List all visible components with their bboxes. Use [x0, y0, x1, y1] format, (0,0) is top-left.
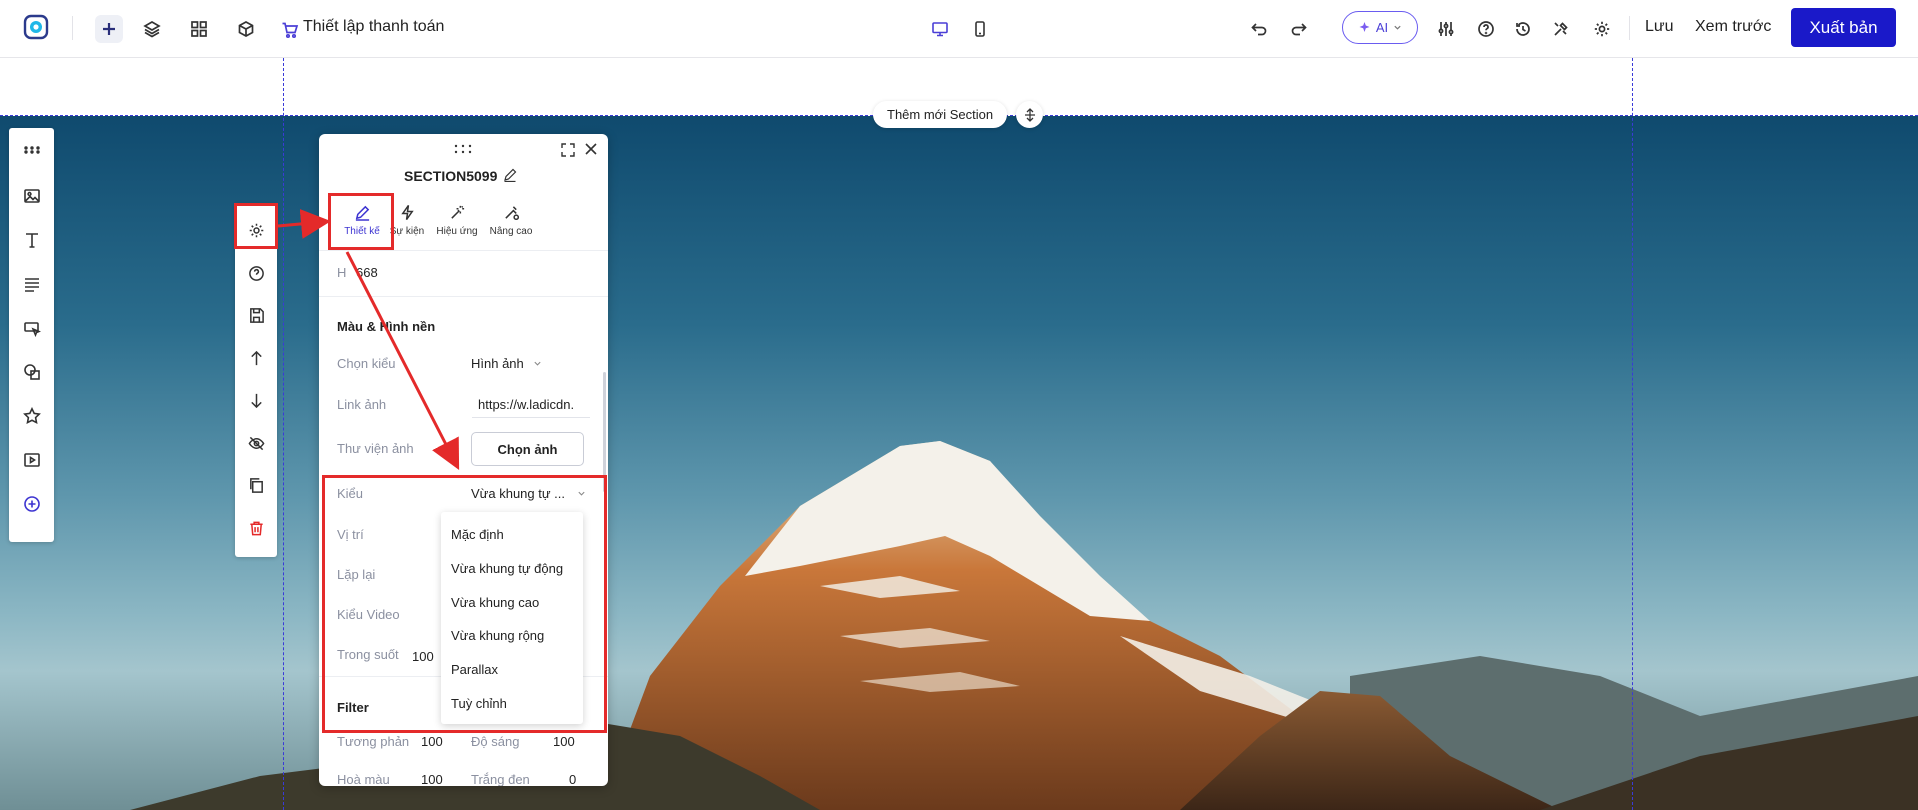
page-title: Thiết lập thanh toán [303, 18, 445, 35]
highlight-settings-gear [234, 203, 278, 249]
tools-icon[interactable] [1547, 15, 1575, 43]
hue-label: Hoà màu [337, 772, 390, 786]
mountain-image [130, 441, 1918, 810]
tab-label: Nâng cao [489, 226, 533, 237]
style-label: Chọn kiểu [337, 356, 396, 371]
top-toolbar: Thiết lập thanh toán AI Lưu Xem trước Xu… [0, 0, 1918, 58]
height-label: H [337, 265, 347, 280]
save-section-icon[interactable] [244, 303, 268, 327]
publish-button[interactable]: Xuất bản [1791, 8, 1896, 47]
section-background-image[interactable] [0, 116, 1918, 810]
grayscale-value[interactable]: 0 [569, 772, 576, 786]
undo-icon[interactable] [1245, 15, 1273, 43]
help-icon[interactable] [244, 261, 268, 285]
grid-icon[interactable] [185, 15, 213, 43]
drag-handle-icon[interactable] [453, 144, 473, 154]
delete-icon[interactable] [244, 516, 268, 540]
text-icon[interactable] [20, 228, 44, 252]
section-name: SECTION5099 [404, 168, 498, 184]
add-more-icon[interactable] [20, 492, 44, 516]
contrast-value[interactable]: 100 [421, 734, 443, 749]
tab-label: Sự kiện [389, 226, 425, 237]
app-logo[interactable] [22, 13, 50, 41]
divider [319, 296, 608, 297]
panel-scrollbar[interactable] [603, 372, 606, 492]
library-label: Thư viện ảnh [337, 441, 414, 456]
add-section-button[interactable]: Thêm mới Section [873, 101, 1008, 128]
chevron-down-icon [1394, 25, 1401, 30]
style-select[interactable]: Hình ảnh [471, 356, 542, 371]
grayscale-label: Trắng đen [471, 772, 530, 786]
help-icon[interactable] [1472, 15, 1500, 43]
style-value: Hình ảnh [471, 356, 524, 371]
sparkle-icon [1359, 22, 1370, 32]
advanced-icon [504, 206, 519, 221]
layers-icon[interactable] [138, 15, 166, 43]
preview-button[interactable]: Xem trước [1695, 18, 1771, 36]
tab-label: Hiệu ứng [436, 226, 478, 237]
ai-button[interactable]: AI [1342, 11, 1418, 44]
add-element-button[interactable] [95, 15, 123, 43]
divider [72, 16, 73, 40]
adjustments-icon[interactable] [1432, 15, 1460, 43]
highlight-type-section [322, 475, 607, 733]
rename-icon[interactable] [503, 168, 517, 182]
height-value[interactable]: 668 [356, 265, 378, 280]
save-button[interactable]: Lưu [1645, 18, 1674, 36]
expand-icon[interactable] [560, 142, 576, 158]
duplicate-icon[interactable] [244, 473, 268, 497]
move-section-handle[interactable] [1016, 101, 1043, 128]
hue-value[interactable]: 100 [421, 772, 443, 786]
image-icon[interactable] [20, 184, 44, 208]
magic-wand-icon [450, 205, 464, 219]
content-left-guide [283, 58, 284, 810]
move-icon [1024, 107, 1035, 122]
chevron-down-icon [534, 361, 541, 366]
brightness-value[interactable]: 100 [553, 734, 575, 749]
cart-icon [276, 16, 304, 44]
redo-icon[interactable] [1285, 15, 1313, 43]
close-icon[interactable] [583, 141, 599, 157]
tab-effects[interactable]: Hiệu ứng [428, 204, 486, 237]
button-element-icon[interactable] [20, 316, 44, 340]
image-link-label: Link ảnh [337, 397, 387, 412]
move-down-icon[interactable] [244, 388, 268, 412]
hide-icon[interactable] [244, 431, 268, 455]
divider [319, 250, 608, 251]
brightness-label: Độ sáng [471, 734, 520, 749]
paragraph-icon[interactable] [20, 272, 44, 296]
drag-handle-icon[interactable] [20, 138, 44, 162]
image-link-input[interactable]: https://w.ladicdn. [472, 390, 590, 418]
move-up-icon[interactable] [244, 346, 268, 370]
cube-icon[interactable] [232, 15, 260, 43]
background-section-title: Màu & Hình nền [337, 319, 436, 334]
section-toolbar [235, 203, 277, 557]
desktop-view-icon[interactable] [926, 15, 954, 43]
content-right-guide [1632, 58, 1633, 810]
element-tool-rail [9, 128, 54, 542]
choose-image-button[interactable]: Chọn ảnh [471, 432, 584, 466]
divider [1629, 16, 1630, 40]
history-icon[interactable] [1509, 15, 1537, 43]
mobile-view-icon[interactable] [966, 15, 994, 43]
shape-icon[interactable] [20, 360, 44, 384]
tab-advanced[interactable]: Nâng cao [482, 204, 540, 237]
gear-icon[interactable] [1588, 15, 1616, 43]
star-icon[interactable] [20, 404, 44, 428]
ai-label: AI [1375, 20, 1389, 35]
lightning-icon [400, 204, 414, 221]
highlight-design-tab [328, 193, 394, 250]
contrast-label: Tương phản [337, 734, 410, 749]
video-icon[interactable] [20, 448, 44, 472]
